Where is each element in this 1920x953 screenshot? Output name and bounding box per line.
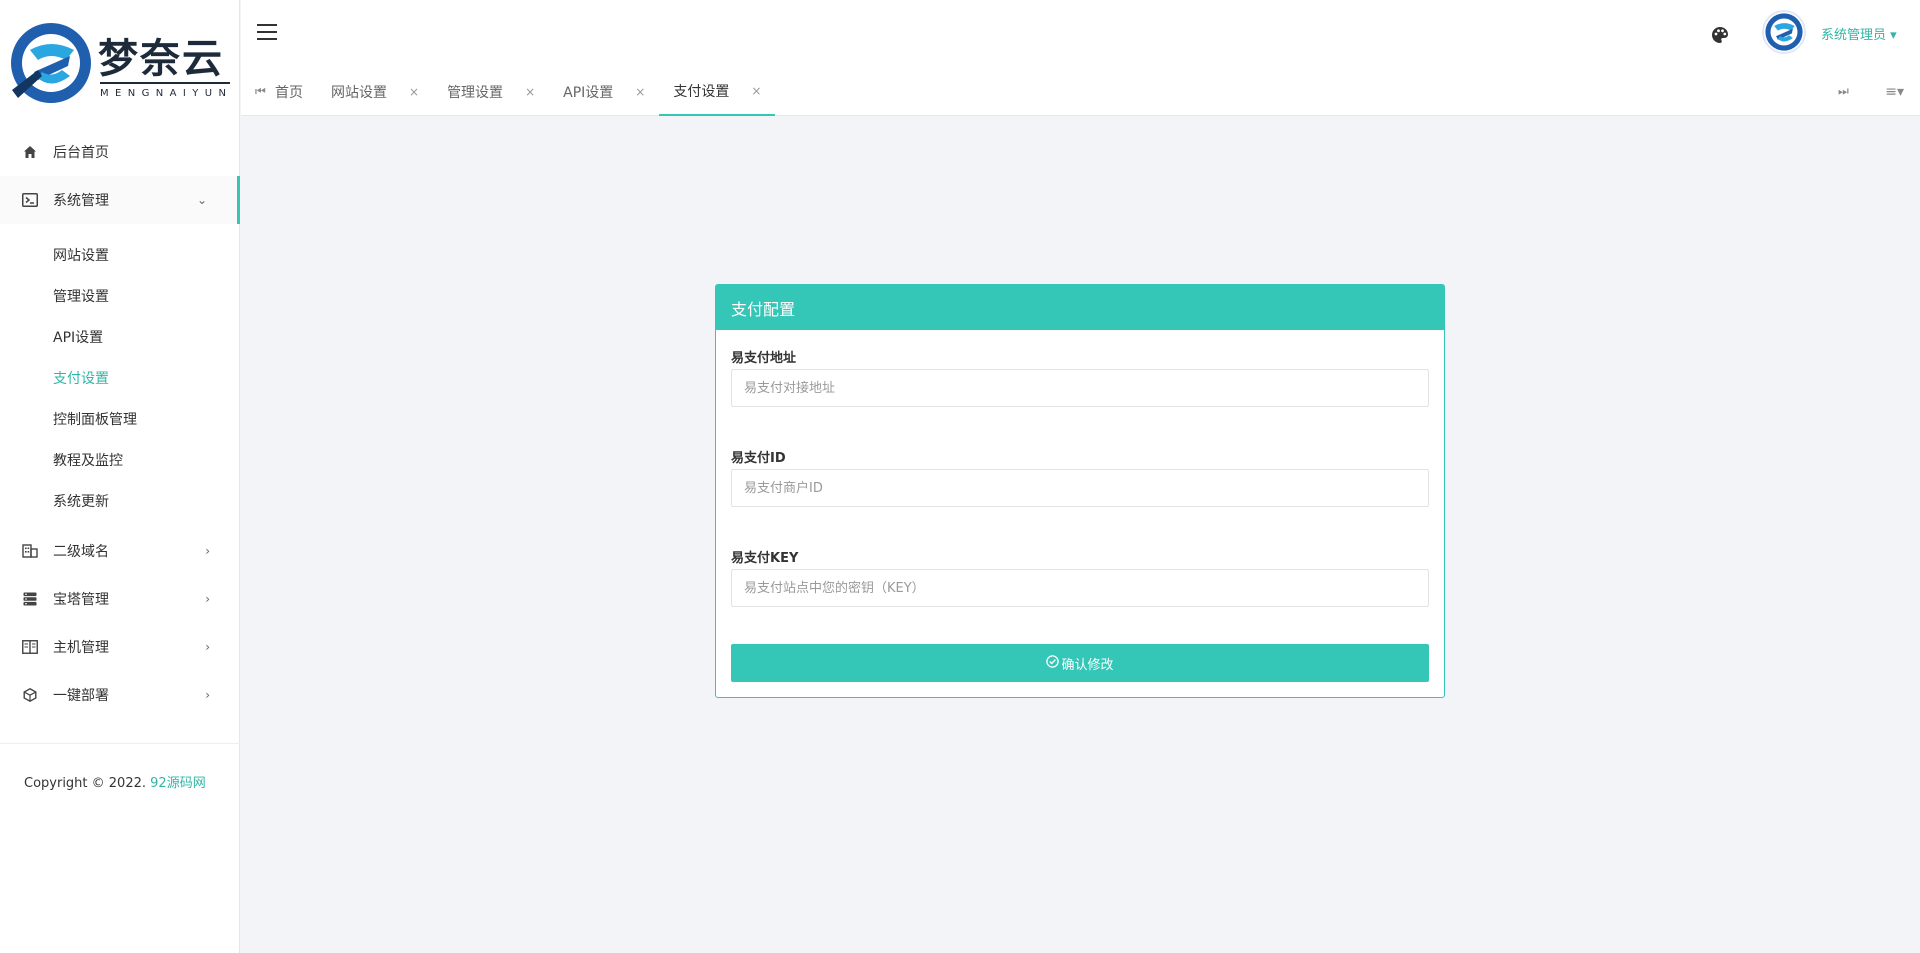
submenu-system: 网站设置 管理设置 API设置 支付设置 控制面板管理 教程及监控 系统更新 xyxy=(0,224,240,527)
home-icon xyxy=(22,144,38,160)
confirm-button[interactable]: 确认修改 xyxy=(731,644,1429,682)
tab-label: 网站设置 xyxy=(331,85,387,101)
logo-mark-icon xyxy=(11,23,91,103)
tabs-bar: ⏮ 首页 网站设置 × 管理设置 × API设置 × 支付设置 × ⏭ ≡▾ xyxy=(241,68,1920,116)
sidebar-item-deploy[interactable]: 一键部署 › xyxy=(0,671,240,719)
caret-down-icon: ▾ xyxy=(1890,28,1897,43)
user-name: 系统管理员 xyxy=(1821,28,1887,43)
pay-url-input[interactable] xyxy=(731,369,1429,407)
terminal-icon xyxy=(22,192,38,208)
pay-id-label: 易支付ID xyxy=(731,451,786,466)
pay-id-input[interactable] xyxy=(731,469,1429,507)
check-circle-icon xyxy=(1046,654,1060,672)
user-menu[interactable]: 系统管理员 ▾ xyxy=(1821,24,1897,43)
sidebar-item-label: 系统管理 xyxy=(53,193,109,209)
payment-config-card: 支付配置 易支付地址 易支付ID 易支付KEY 确认修改 xyxy=(715,284,1445,698)
sidebar-item-admin-settings[interactable]: 管理设置 xyxy=(0,275,240,316)
chevron-down-icon: ⌄ xyxy=(196,193,207,207)
sidebar-item-system[interactable]: 系统管理 ⌄ xyxy=(0,176,240,224)
sidebar-item-label: 主机管理 xyxy=(53,640,109,656)
panel-icon xyxy=(22,639,38,655)
close-icon[interactable]: × xyxy=(525,85,535,99)
form-group-pay-url: 易支付地址 xyxy=(731,347,1429,407)
menu-toggle-icon[interactable] xyxy=(257,24,277,40)
tab-label: 管理设置 xyxy=(447,85,504,101)
sidebar: 梦奈云 MENGNAIYUN 后台首页 系统管理 ⌄ 网站设置 管理设置 API… xyxy=(0,0,240,953)
sidebar-item-baota[interactable]: 宝塔管理 › xyxy=(0,575,240,623)
pay-key-label: 易支付KEY xyxy=(731,551,799,566)
close-icon[interactable]: × xyxy=(751,84,761,98)
confirm-button-label: 确认修改 xyxy=(1061,657,1114,673)
tab-label: 支付设置 xyxy=(673,84,730,100)
chevron-right-icon: › xyxy=(205,592,210,606)
sidebar-menu: 后台首页 系统管理 ⌄ 网站设置 管理设置 API设置 支付设置 控制面板管理 … xyxy=(0,128,240,719)
avatar-logo-icon xyxy=(1765,13,1803,51)
sidebar-item-tutorial-monitor[interactable]: 教程及监控 xyxy=(0,439,240,480)
pay-url-label: 易支付地址 xyxy=(731,351,797,366)
tab-api-settings[interactable]: API设置 × xyxy=(549,68,659,116)
close-icon[interactable]: × xyxy=(635,85,645,99)
tab-payment-settings[interactable]: 支付设置 × xyxy=(659,68,776,116)
logo[interactable]: 梦奈云 MENGNAIYUN xyxy=(0,0,239,122)
server-icon xyxy=(22,591,38,607)
avatar[interactable] xyxy=(1762,10,1806,54)
tabs-scroll-right-icon[interactable]: ⏭ xyxy=(1838,84,1849,99)
brand-divider xyxy=(100,82,230,84)
chevron-right-icon: › xyxy=(205,640,210,654)
form-group-pay-id: 易支付ID xyxy=(731,447,1429,507)
brand-subtitle: MENGNAIYUN xyxy=(100,88,233,99)
pay-key-input[interactable] xyxy=(731,569,1429,607)
card-title: 支付配置 xyxy=(716,285,1444,330)
sidebar-item-dashboard[interactable]: 后台首页 xyxy=(0,128,240,176)
building-icon xyxy=(22,543,38,559)
chevron-right-icon: › xyxy=(205,688,210,702)
sidebar-item-label: 一键部署 xyxy=(53,688,109,704)
tabs: 首页 网站设置 × 管理设置 × API设置 × 支付设置 × xyxy=(261,68,776,116)
close-icon[interactable]: × xyxy=(409,85,419,99)
sidebar-item-site-settings[interactable]: 网站设置 xyxy=(0,234,240,275)
palette-icon[interactable] xyxy=(1711,26,1729,44)
copyright: Copyright © 2022. 92源码网 xyxy=(24,772,206,791)
sidebar-item-subdomain[interactable]: 二级域名 › xyxy=(0,527,240,575)
sidebar-item-payment-settings[interactable]: 支付设置 xyxy=(0,357,240,398)
topbar: 系统管理员 ▾ xyxy=(241,0,1920,68)
sidebar-item-system-update[interactable]: 系统更新 xyxy=(0,480,240,521)
sidebar-item-label: 宝塔管理 xyxy=(53,592,109,608)
copyright-text: Copyright © 2022. xyxy=(24,776,147,791)
tab-site-settings[interactable]: 网站设置 × xyxy=(317,68,433,116)
form-group-pay-key: 易支付KEY xyxy=(731,547,1429,607)
sidebar-item-label: 后台首页 xyxy=(53,145,109,161)
chevron-right-icon: › xyxy=(205,544,210,558)
tab-home[interactable]: 首页 xyxy=(261,68,317,116)
sidebar-item-panel-management[interactable]: 控制面板管理 xyxy=(0,398,240,439)
sidebar-item-api-settings[interactable]: API设置 xyxy=(0,316,240,357)
sidebar-divider xyxy=(0,743,240,744)
tab-label: 首页 xyxy=(275,85,303,101)
brand-name: 梦奈云 xyxy=(98,35,224,82)
cube-icon xyxy=(22,687,38,703)
tab-label: API设置 xyxy=(563,85,614,101)
tabs-menu-icon[interactable]: ≡▾ xyxy=(1885,84,1904,100)
sidebar-item-host[interactable]: 主机管理 › xyxy=(0,623,240,671)
copyright-link[interactable]: 92源码网 xyxy=(150,776,206,791)
tab-admin-settings[interactable]: 管理设置 × xyxy=(433,68,549,116)
sidebar-item-label: 二级域名 xyxy=(53,544,109,560)
